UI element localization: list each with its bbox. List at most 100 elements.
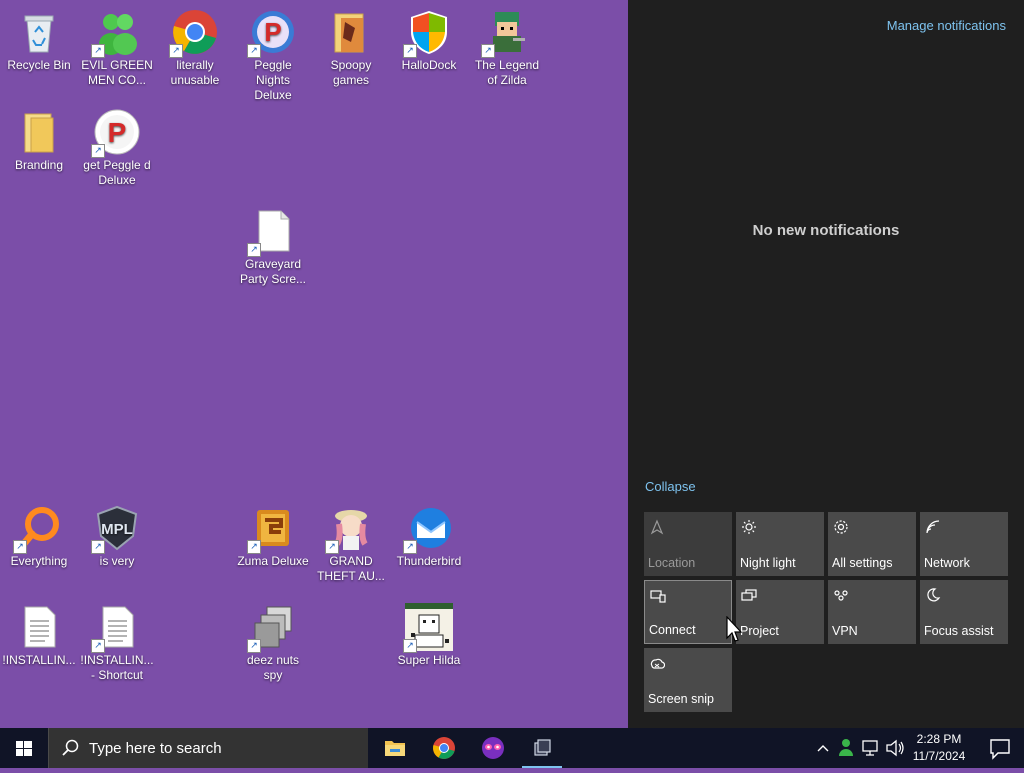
peggle-icon: P ↗ xyxy=(247,8,297,58)
desktop-icon-literally-unusable[interactable]: ↗ literally unusable xyxy=(156,4,234,88)
taskbar: Type here to search 2:28 PM 11/7/2024 xyxy=(0,728,1024,768)
quick-action-vpn[interactable]: VPN xyxy=(828,580,916,644)
quick-action-network[interactable]: Network xyxy=(920,512,1008,576)
task-view-icon xyxy=(534,739,551,756)
desktop-icon-evil-green-men[interactable]: ↗ EVIL GREEN MEN CO... xyxy=(78,4,156,88)
desktop-icon-grand-theft-au[interactable]: ↗ GRAND THEFT AU... xyxy=(312,500,390,584)
quick-action-project[interactable]: Project xyxy=(736,580,824,644)
tile-label: All settings xyxy=(832,556,893,570)
desktop-icon-installing-shortcut[interactable]: ↗ !INSTALLIN... - Shortcut xyxy=(78,599,156,683)
tile-label: Network xyxy=(924,556,970,570)
no-notifications-text: No new notifications xyxy=(752,222,900,239)
taskbar-search-box[interactable]: Type here to search xyxy=(48,728,368,768)
quick-action-screen-snip[interactable]: Screen snip xyxy=(644,648,732,712)
network-tray-icon[interactable] xyxy=(860,728,882,768)
desktop-icon-label: is very xyxy=(99,554,135,568)
folder-icon xyxy=(15,108,63,156)
notification-center-button[interactable] xyxy=(976,728,1024,768)
connect-icon xyxy=(650,590,666,603)
windows-logo-icon xyxy=(16,741,32,756)
desktop-icon-label: Super Hilda xyxy=(397,653,461,667)
zuma-icon: ↗ xyxy=(247,504,297,554)
quick-action-location[interactable]: Location xyxy=(644,512,732,576)
desktop-icon-label: Branding xyxy=(14,158,64,172)
clock-date: 11/7/2024 xyxy=(912,749,966,763)
search-placeholder: Type here to search xyxy=(89,740,222,757)
collapse-link[interactable]: Collapse xyxy=(645,479,696,494)
thunderbird-icon: ↗ xyxy=(403,504,453,554)
desktop-icon-zuma-deluxe[interactable]: ↗ Zuma Deluxe xyxy=(234,500,312,569)
desktop-icon-installing[interactable]: !INSTALLIN... xyxy=(0,599,78,668)
gear-icon xyxy=(834,520,848,534)
quick-action-night-light[interactable]: Night light xyxy=(736,512,824,576)
desktop-icon-label: Thunderbird xyxy=(396,554,462,568)
manage-notifications-link[interactable]: Manage notifications xyxy=(887,18,1006,33)
chrome-icon xyxy=(433,737,455,759)
stack-icon: ↗ xyxy=(247,603,297,653)
desktop-icon-deez-nuts-spy[interactable]: ↗ deez nuts spy xyxy=(234,599,312,683)
tile-label: VPN xyxy=(832,624,858,638)
desktop-icon-label: GRAND THEFT AU... xyxy=(317,554,385,583)
desktop-icon-super-hilda[interactable]: ↗ Super Hilda xyxy=(390,599,468,668)
notification-icon xyxy=(990,739,1010,760)
tile-label: Night light xyxy=(740,556,796,570)
start-button[interactable] xyxy=(0,728,48,768)
desktop-icon-label: Zuma Deluxe xyxy=(237,554,309,568)
desktop-icon-everything[interactable]: ↗ Everything xyxy=(0,500,78,569)
network-icon xyxy=(926,520,940,534)
desktop-icon-graveyard-party[interactable]: ↗ Graveyard Party Scre... xyxy=(234,203,312,287)
quick-action-focus-assist[interactable]: Focus assist xyxy=(920,580,1008,644)
chevron-up-icon[interactable] xyxy=(814,728,832,768)
green-men-icon: ↗ xyxy=(91,8,141,58)
text-file-icon: ↗ xyxy=(91,603,141,653)
tile-label: Screen snip xyxy=(648,692,715,706)
search-icon xyxy=(62,739,79,756)
taskbar-file-explorer[interactable] xyxy=(371,728,419,768)
tile-label: Location xyxy=(648,556,696,570)
desktop-icon-label: EVIL GREEN MEN CO... xyxy=(81,58,153,87)
vpn-icon xyxy=(834,590,848,601)
desktop-icon-label: Everything xyxy=(10,554,68,568)
desktop-icon-label: Graveyard Party Scre... xyxy=(239,257,307,286)
quick-action-connect[interactable]: Connect xyxy=(644,580,732,644)
taskbar-game-app[interactable] xyxy=(469,728,517,768)
svg-text:P: P xyxy=(108,117,127,148)
tile-label: Project xyxy=(740,624,779,638)
project-icon xyxy=(741,589,757,601)
pixel-art-icon: ↗ xyxy=(403,603,453,653)
quick-action-all-settings[interactable]: All settings xyxy=(828,512,916,576)
tile-label: Focus assist xyxy=(924,624,994,638)
desktop-icon-label: Spoopy games xyxy=(330,58,372,87)
desktop-icon-get-peggle[interactable]: P ↗ get Peggle d Deluxe xyxy=(78,104,156,188)
desktop-icon-label: literally unusable xyxy=(170,58,220,87)
windows-shield-icon: ↗ xyxy=(403,8,453,58)
file-explorer-icon xyxy=(385,741,405,756)
magnifier-icon: ↗ xyxy=(13,504,63,554)
desktop-icon-legend-of-zilda[interactable]: ↗ The Legend of Zilda xyxy=(468,4,546,88)
svg-text:P: P xyxy=(264,17,281,47)
desktop-icon-label: get Peggle d Deluxe xyxy=(83,158,151,187)
desktop-icon-spoopy-games[interactable]: Spoopy games xyxy=(312,4,390,88)
taskbar-task-view[interactable] xyxy=(518,728,566,768)
taskbar-clock[interactable]: 2:28 PM 11/7/2024 xyxy=(905,731,973,765)
chrome-icon: ↗ xyxy=(169,8,219,58)
folder-icon xyxy=(327,8,375,56)
shield-badge-icon: MPL ↗ xyxy=(91,504,141,554)
file-icon: ↗ xyxy=(247,207,297,257)
desktop-icon-recycle-bin[interactable]: Recycle Bin xyxy=(0,4,78,73)
moon-icon xyxy=(927,588,941,602)
desktop-icon-thunderbird[interactable]: ↗ Thunderbird xyxy=(390,500,468,569)
desktop-icon-is-very[interactable]: MPL ↗ is very xyxy=(78,500,156,569)
taskbar-chrome[interactable] xyxy=(420,728,468,768)
user-status-icon[interactable] xyxy=(836,728,856,768)
desktop-icon-label: Peggle Nights Deluxe xyxy=(254,58,292,102)
snip-icon xyxy=(650,658,665,669)
desktop-icon-branding[interactable]: Branding xyxy=(0,104,78,173)
peggle-icon: P ↗ xyxy=(91,108,141,158)
desktop-icon-hallodock[interactable]: ↗ HalloDock xyxy=(390,4,468,73)
clock-time: 2:28 PM xyxy=(916,732,962,746)
volume-icon[interactable] xyxy=(884,728,906,768)
desktop-icon-label: !INSTALLIN... xyxy=(2,653,76,667)
desktop-icon-peggle-nights[interactable]: P ↗ Peggle Nights Deluxe xyxy=(234,4,312,103)
action-center-panel: Manage notifications No new notification… xyxy=(628,0,1024,728)
